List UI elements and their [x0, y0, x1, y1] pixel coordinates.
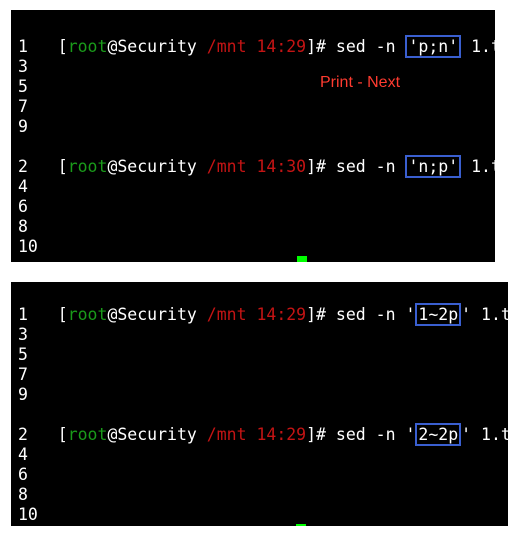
command-line: [root@Security /mnt 14:29]# sed -n ' 2~2p… — [18, 405, 508, 446]
output-line: 8 — [18, 485, 28, 504]
output-line: 4 — [18, 177, 28, 196]
prompt-user: root — [67, 37, 108, 56]
prompt-close: ]# — [306, 425, 326, 444]
prompt-path: /mnt — [196, 305, 247, 324]
output-line: 2 — [18, 157, 28, 176]
output-line: 8 — [18, 217, 28, 236]
prompt-close: ]# — [306, 157, 326, 176]
output-line: 3 — [18, 57, 28, 76]
terminal-bottom[interactable]: [root@Security /mnt 14:29]# sed -n ' 1~2p… — [11, 282, 508, 526]
command-line: [root@Security /mnt 14:30]# sed -n 'n;p'… — [18, 137, 495, 178]
prompt-host: @Security — [107, 425, 197, 444]
output-line: 6 — [18, 465, 28, 484]
prompt-user: root — [67, 305, 108, 324]
prompt-bracket-open: [ — [57, 37, 68, 56]
prompt-path: /mnt — [196, 157, 247, 176]
annotation-print-next: Print - Next — [320, 74, 401, 91]
prompt-close: ]# — [306, 37, 326, 56]
output-line: 3 — [18, 325, 28, 344]
prompt-host: @Security — [107, 157, 197, 176]
output-line: 2 — [18, 425, 28, 444]
prompt-close: ]# — [306, 305, 326, 324]
command-file: 1.txt — [471, 37, 495, 56]
terminal-cursor — [296, 524, 306, 526]
output-line: 10 — [18, 505, 38, 524]
command-file: ' 1.txt — [461, 305, 508, 324]
prompt-host: @Security — [107, 37, 197, 56]
prompt-bracket-open: [ — [57, 425, 68, 444]
highlighted-argument: 2~2p — [415, 423, 462, 446]
prompt-time: 14:30 — [246, 157, 307, 176]
prompt-time: 14:29 — [246, 425, 307, 444]
output-line: 5 — [18, 77, 28, 96]
prompt-bracket-open: [ — [57, 157, 68, 176]
command-text: sed -n — [326, 157, 406, 176]
output-line: 10 — [18, 237, 38, 256]
command-line: [root@Security /mnt 14:29]# sed -n ' 1~2p… — [18, 285, 508, 326]
command-text: sed -n ' — [326, 425, 416, 444]
prompt-time: 14:29 — [246, 305, 307, 324]
prompt-user: root — [67, 425, 108, 444]
prompt-time: 14:29 — [246, 37, 307, 56]
command-text: sed -n — [326, 37, 406, 56]
output-line: 7 — [18, 365, 28, 384]
prompt-host: @Security — [107, 305, 197, 324]
output-line: 1 — [18, 37, 28, 56]
output-line: 5 — [18, 345, 28, 364]
output-line: 9 — [18, 385, 28, 404]
output-line: 1 — [18, 305, 28, 324]
highlighted-argument: 'n;p' — [405, 155, 462, 178]
highlighted-argument: 1~2p — [415, 303, 462, 326]
prompt-path: /mnt — [196, 37, 247, 56]
output-line: 4 — [18, 445, 28, 464]
command-text: sed -n ' — [326, 305, 416, 324]
command-file: 1.txt — [471, 157, 495, 176]
terminal-top[interactable]: [root@Security /mnt 14:29]# sed -n 'p;n'… — [11, 10, 495, 262]
prompt-path: /mnt — [196, 425, 247, 444]
output-line: 9 — [18, 117, 28, 136]
prompt-user: root — [67, 157, 108, 176]
output-line: 7 — [18, 97, 28, 116]
output-line: 6 — [18, 197, 28, 216]
command-file: ' 1.txt — [461, 425, 508, 444]
highlighted-argument: 'p;n' — [405, 35, 462, 58]
terminal-cursor — [297, 256, 307, 262]
command-line: [root@Security /mnt 14:29]# sed -n 'p;n'… — [18, 17, 495, 58]
prompt-bracket-open: [ — [57, 305, 68, 324]
